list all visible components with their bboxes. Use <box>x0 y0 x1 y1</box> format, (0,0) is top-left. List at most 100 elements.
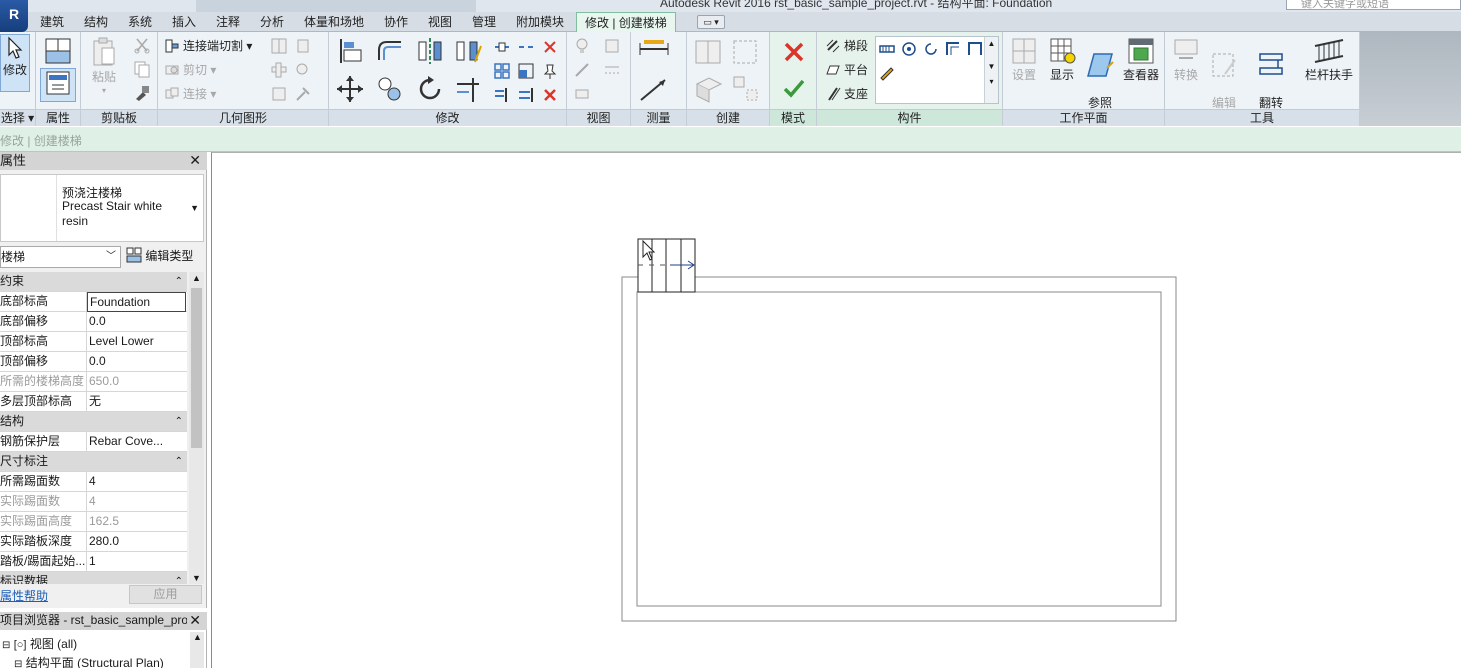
property-value-input[interactable]: Foundation <box>87 292 186 312</box>
straight-run-icon[interactable] <box>878 40 896 58</box>
foundation-outer-outline[interactable] <box>621 276 1177 622</box>
aligned-dimension-icon[interactable] <box>637 76 671 104</box>
property-row[interactable]: 实际踏板深度 280.0 <box>0 532 187 552</box>
browser-item-structural-plan[interactable]: ⊟ 结构平面 (Structural Plan) <box>14 654 164 668</box>
tab-architecture[interactable]: 建筑 <box>40 14 64 32</box>
split-element-icon[interactable] <box>493 38 511 56</box>
collapse-tree-icon[interactable]: ⊟ <box>14 659 22 668</box>
property-row[interactable]: 所需踢面数 4 <box>0 472 187 492</box>
panel-label-select[interactable]: 选择 ▾ <box>0 109 35 126</box>
tab-manage[interactable]: 管理 <box>472 14 496 32</box>
modify-button[interactable]: 修改 <box>0 34 30 92</box>
group-constraints[interactable]: 约束 ⌃ <box>0 272 187 292</box>
gallery-scroll[interactable]: ▲ ▼ ▾ <box>984 37 998 103</box>
collapse-icon[interactable]: ⌃ <box>175 572 183 584</box>
support-button[interactable]: 支座 <box>825 86 868 102</box>
properties-scrollbar[interactable]: ▲ ▼ <box>189 272 204 584</box>
create-similar-icon[interactable] <box>731 74 761 104</box>
spiral-run-icon[interactable] <box>900 40 918 58</box>
tab-collaborate[interactable]: 协作 <box>384 14 408 32</box>
remove-paint-icon[interactable] <box>270 85 288 103</box>
search-input[interactable]: 键入关键字或短语 <box>1286 0 1461 10</box>
cut-geometry-button[interactable]: 剪切 ▾ <box>164 62 216 78</box>
linework-icon[interactable] <box>573 61 591 79</box>
trim-multiple-icon[interactable] <box>493 86 511 104</box>
type-selector[interactable]: 预浇注楼梯 Precast Stair white resin ▼ <box>0 174 204 242</box>
properties-toggle-button[interactable] <box>40 68 76 102</box>
tab-modify-create-stair[interactable]: 修改 | 创建楼梯 <box>576 12 676 33</box>
create-parts-icon[interactable] <box>693 38 723 66</box>
scroll-up-icon[interactable]: ▲ <box>193 632 202 642</box>
railing-button[interactable]: 栏杆扶手 <box>1301 36 1357 82</box>
property-row[interactable]: 踏板/踢面起始... 1 <box>0 552 187 572</box>
hide-lightbulb-icon[interactable] <box>573 37 591 55</box>
split-face-icon[interactable] <box>270 37 288 55</box>
match-type-icon[interactable] <box>133 84 151 102</box>
application-menu-button[interactable]: R <box>0 0 28 32</box>
run-button[interactable]: 梯段 <box>825 38 868 54</box>
tab-addins[interactable]: 附加模块 <box>516 14 564 32</box>
group-structural[interactable]: 结构 ⌃ <box>0 412 187 432</box>
copy-element-icon[interactable] <box>375 74 405 104</box>
edit-type-button[interactable]: 编辑类型 <box>126 246 206 268</box>
override-graphics-icon[interactable] <box>603 37 621 55</box>
delete-icon[interactable] <box>541 86 559 104</box>
landing-button[interactable]: 平台 <box>825 62 868 78</box>
property-row[interactable]: 底部标高 Foundation <box>0 292 187 312</box>
browser-scrollbar[interactable]: ▲ <box>190 632 204 668</box>
close-icon[interactable]: ✕ <box>189 152 201 169</box>
cope-button[interactable]: 连接端切割 ▾ <box>164 38 252 54</box>
tab-insert[interactable]: 插入 <box>172 14 196 32</box>
move-icon[interactable] <box>335 74 365 104</box>
scroll-down-icon[interactable]: ▼ <box>192 573 201 583</box>
measure-between-references-icon[interactable] <box>637 38 671 60</box>
mirror-pick-axis-icon[interactable] <box>415 36 445 66</box>
demolish-icon[interactable] <box>294 61 312 79</box>
drawing-canvas[interactable] <box>211 152 1461 668</box>
finish-edit-mode-icon[interactable] <box>782 76 806 100</box>
paint-icon[interactable] <box>294 37 312 55</box>
close-icon[interactable]: ✕ <box>187 612 201 629</box>
type-properties-button[interactable] <box>42 36 74 66</box>
tab-structure[interactable]: 结构 <box>84 14 108 32</box>
property-row[interactable]: 顶部标高 Level Lower <box>0 332 187 352</box>
hammer-icon[interactable] <box>294 85 312 103</box>
collapse-icon[interactable]: ⌃ <box>175 412 183 431</box>
paste-button[interactable]: 粘贴 ▾ <box>87 36 121 96</box>
create-assembly-icon[interactable] <box>693 74 723 104</box>
group-identity-data[interactable]: 标识数据 ⌃ <box>0 572 187 584</box>
hide-element-icon[interactable] <box>573 85 591 103</box>
cancel-edit-mode-icon[interactable] <box>782 40 806 64</box>
create-sketch-icon[interactable] <box>878 63 896 81</box>
collapse-icon[interactable]: ⌃ <box>175 272 183 291</box>
wall-joins-icon[interactable] <box>270 61 288 79</box>
property-row[interactable]: 底部偏移 0.0 <box>0 312 187 332</box>
offset-icon[interactable] <box>375 36 405 66</box>
apply-button[interactable]: 应用 <box>129 585 202 604</box>
line-pattern-icon[interactable] <box>603 61 621 79</box>
ribbon-display-dropdown[interactable]: ▭ ▾ <box>697 15 725 29</box>
chevron-down-icon[interactable]: ▼ <box>190 203 199 213</box>
scroll-up-icon[interactable]: ▲ <box>192 273 201 283</box>
center-ends-spiral-icon[interactable] <box>922 40 940 58</box>
scrollbar-thumb[interactable] <box>191 288 202 448</box>
extend-multiple-icon[interactable] <box>517 86 535 104</box>
scale-icon[interactable] <box>517 62 535 80</box>
set-work-plane-button[interactable]: 设置 <box>1007 36 1041 82</box>
group-dimensions[interactable]: 尺寸标注 ⌃ <box>0 452 187 472</box>
tab-view[interactable]: 视图 <box>428 14 452 32</box>
cut-icon[interactable] <box>133 36 151 54</box>
rotate-icon[interactable] <box>415 74 445 104</box>
mirror-draw-axis-icon[interactable] <box>453 36 483 66</box>
pin-icon[interactable] <box>541 62 559 80</box>
tab-analyze[interactable]: 分析 <box>260 14 284 32</box>
tab-annotate[interactable]: 注释 <box>216 14 240 32</box>
l-shape-winder-icon[interactable] <box>944 40 962 58</box>
trim-extend-icon[interactable] <box>453 74 483 104</box>
work-plane-viewer-button[interactable]: 查看器 <box>1121 36 1161 82</box>
show-work-plane-button[interactable]: 显示 <box>1045 36 1079 82</box>
collapse-icon[interactable]: ⌃ <box>175 452 183 471</box>
plan-view[interactable] <box>212 153 1461 668</box>
split-with-gap-icon[interactable] <box>517 38 535 56</box>
unpin-icon[interactable] <box>541 38 559 56</box>
